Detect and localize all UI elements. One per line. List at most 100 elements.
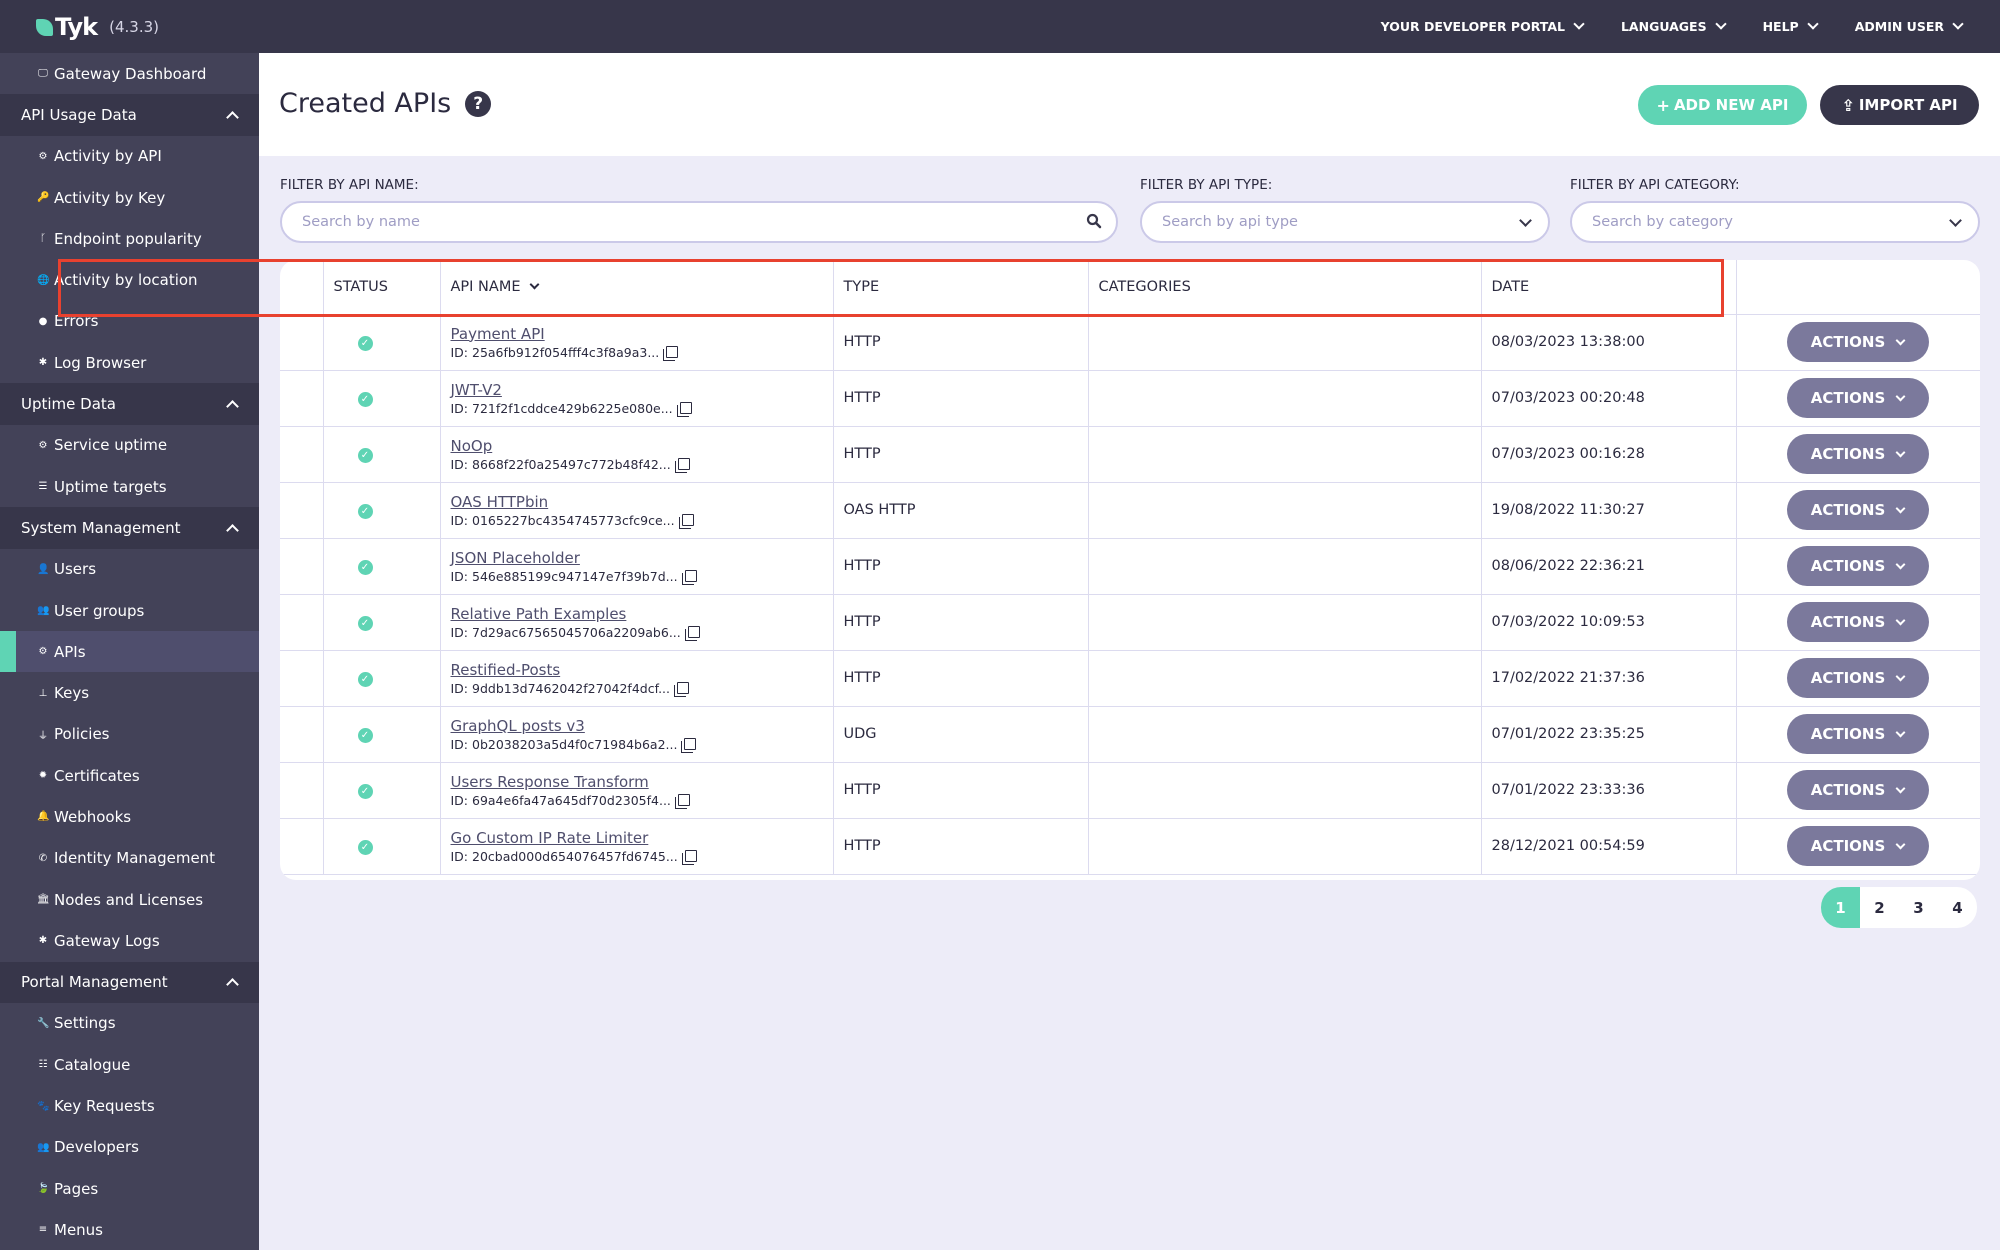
api-name-link[interactable]: JSON Placeholder (451, 549, 833, 567)
help-icon[interactable]: ? (465, 90, 492, 117)
sidebar-item-service-uptime[interactable]: ⚙ Service uptime (0, 425, 259, 466)
chevron-down-icon (1895, 783, 1906, 793)
header-api-name[interactable]: API NAME (440, 260, 834, 315)
api-id: ID: 7d29ac67565045706a2209ab6... (451, 625, 833, 641)
copy-icon[interactable] (681, 738, 697, 753)
tyk-logo[interactable]: Tyk (4.3.3) (36, 13, 159, 41)
sidebar-item-keys[interactable]: ⊥ Keys (0, 672, 259, 713)
sidebar-item-activity-by-api[interactable]: ⚙ Activity by API (0, 136, 259, 177)
actions-button[interactable]: ACTIONS (1786, 378, 1929, 418)
copy-icon[interactable] (678, 514, 694, 529)
chevron-down-icon (1895, 727, 1906, 737)
page-4-button[interactable]: 4 (1938, 887, 1977, 928)
sidebar-item-settings[interactable]: 🔧 Settings (0, 1003, 259, 1044)
actions-button[interactable]: ACTIONS (1786, 770, 1929, 810)
table-row: ✓ JSON Placeholder ID: 546e885199c947147… (280, 538, 1980, 595)
search-icon[interactable] (1086, 213, 1102, 233)
api-name-link[interactable]: Users Response Transform (451, 773, 833, 791)
branch-icon: ᚴ (40, 233, 46, 245)
sidebar-item-label: Certificates (54, 766, 140, 785)
api-name-link[interactable]: Go Custom IP Rate Limiter (451, 829, 833, 847)
sidebar-item-key-requests[interactable]: 🐾 Key Requests (0, 1085, 259, 1126)
sidebar-item-catalogue[interactable]: ☷ Catalogue (0, 1044, 259, 1085)
page-3-button[interactable]: 3 (1899, 887, 1938, 928)
leaf-icon: 🍃 (37, 1183, 50, 1195)
sidebar-item-label: Keys (54, 684, 90, 703)
sidebar-item-uptime-targets[interactable]: ☰ Uptime targets (0, 466, 259, 507)
import-api-button[interactable]: ⇪ IMPORT API (1820, 85, 1979, 125)
api-id: ID: 20cbad000d654076457fd6745... (451, 849, 833, 865)
actions-button[interactable]: ACTIONS (1786, 490, 1929, 530)
date-cell: 07/03/2023 00:16:28 (1481, 426, 1737, 483)
sidebar-item-pages[interactable]: 🍃 Pages (0, 1168, 259, 1209)
status-cell: ✓ (323, 594, 441, 651)
sidebar-item-certificates[interactable]: ✹ Certificates (0, 755, 259, 796)
sidebar-item-developers[interactable]: 👥 Developers (0, 1127, 259, 1168)
copy-icon[interactable] (684, 626, 700, 641)
api-name-link[interactable]: JWT-V2 (451, 381, 833, 399)
sidebar-item-activity-by-location[interactable]: 🌐 Activity by location (0, 259, 259, 300)
topnav-developer-portal[interactable]: YOUR DEVELOPER PORTAL (1381, 18, 1585, 34)
page-2-button[interactable]: 2 (1860, 887, 1899, 928)
api-id-text: ID: 9ddb13d7462042f27042f4dcf... (450, 680, 671, 696)
sidebar-group-label: API Usage Data (21, 105, 137, 124)
api-name-cell: JSON Placeholder ID: 546e885199c947147e7… (440, 538, 834, 595)
sidebar-item-nodes-and-licenses[interactable]: 🏛 Nodes and Licenses (0, 879, 259, 920)
api-name-cell: OAS HTTPbin ID: 0165227bc4354745773cfc9c… (440, 482, 834, 539)
actions-button[interactable]: ACTIONS (1786, 658, 1929, 698)
sidebar-item-users[interactable]: 👤 Users (0, 549, 259, 590)
sidebar-group-label: Uptime Data (21, 395, 116, 414)
add-new-api-button[interactable]: + ADD NEW API (1638, 85, 1807, 125)
actions-button[interactable]: ACTIONS (1786, 322, 1929, 362)
sidebar-item-identity-management[interactable]: ✆ Identity Management (0, 838, 259, 879)
copy-icon[interactable] (663, 346, 679, 361)
sidebar-item-menus[interactable]: ≡ Menus (0, 1209, 259, 1250)
sidebar-group-api-usage-data[interactable]: API Usage Data (0, 94, 259, 136)
api-name-link[interactable]: Payment API (451, 325, 833, 343)
row-select-cell (280, 762, 324, 819)
sidebar-item-gateway-logs[interactable]: ✱ Gateway Logs (0, 920, 259, 961)
sidebar-item-label: APIs (54, 642, 86, 661)
copy-icon[interactable] (676, 402, 692, 417)
page-1-button[interactable]: 1 (1821, 887, 1860, 928)
copy-icon[interactable] (681, 850, 697, 865)
actions-button[interactable]: ACTIONS (1786, 826, 1929, 866)
actions-button[interactable]: ACTIONS (1786, 434, 1929, 474)
sidebar-group-system-management[interactable]: System Management (0, 507, 259, 549)
sidebar-item-activity-by-key[interactable]: 🔑 Activity by Key (0, 177, 259, 218)
list-alt-icon: ☷ (38, 1059, 48, 1071)
copy-icon[interactable] (674, 458, 690, 473)
actions-button[interactable]: ACTIONS (1786, 602, 1929, 642)
sidebar: 🖵 Gateway Dashboard API Usage Data ⚙ Activ… (0, 53, 259, 1250)
filter-name-input[interactable]: Search by name (280, 201, 1118, 243)
sidebar-item-apis[interactable]: ⚙ APIs (0, 631, 259, 673)
sidebar-item-webhooks[interactable]: 🔔 Webhooks (0, 796, 259, 837)
actions-button[interactable]: ACTIONS (1786, 714, 1929, 754)
copy-icon[interactable] (674, 794, 690, 809)
sidebar-group-uptime-data[interactable]: Uptime Data (0, 383, 259, 425)
sidebar-item-errors[interactable]: ● Errors (0, 301, 259, 342)
copy-icon[interactable] (681, 570, 697, 585)
sort-chevron-icon[interactable] (529, 279, 539, 290)
sidebar-item-policies[interactable]: ⏚ Policies (0, 714, 259, 755)
api-name-link[interactable]: NoOp (451, 437, 833, 455)
copy-icon[interactable] (674, 682, 690, 697)
filter-type-select[interactable]: Search by api type (1140, 201, 1550, 243)
sidebar-group-portal-management[interactable]: Portal Management (0, 961, 259, 1003)
topnav-admin-user[interactable]: ADMIN USER (1855, 18, 1964, 34)
api-name-link[interactable]: OAS HTTPbin (451, 493, 833, 511)
api-name-link[interactable]: Restified-Posts (451, 661, 833, 679)
filter-category-select[interactable]: Search by category (1570, 201, 1980, 243)
sidebar-item-gateway-dashboard[interactable]: 🖵 Gateway Dashboard (0, 53, 259, 94)
topnav-languages[interactable]: LANGUAGES (1621, 18, 1727, 34)
api-name-link[interactable]: GraphQL posts v3 (451, 717, 833, 735)
sidebar-item-endpoint-popularity[interactable]: ᚴ Endpoint popularity (0, 218, 259, 259)
sidebar-item-label: Service uptime (54, 436, 168, 455)
status-active-icon: ✓ (357, 391, 373, 407)
topnav-help[interactable]: HELP (1763, 18, 1819, 34)
actions-button[interactable]: ACTIONS (1786, 546, 1929, 586)
sidebar-item-log-browser[interactable]: ✱ Log Browser (0, 342, 259, 383)
sidebar-item-user-groups[interactable]: 👥 User groups (0, 590, 259, 631)
api-name-link[interactable]: Relative Path Examples (451, 605, 833, 623)
bank-icon: 🏛 (37, 894, 50, 906)
